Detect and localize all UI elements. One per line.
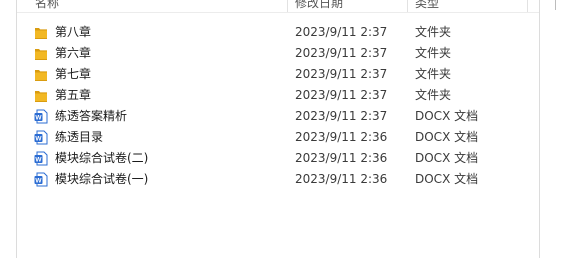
- column-header-name[interactable]: 名称: [35, 0, 59, 11]
- column-header: 名称 修改日期 类型: [17, 0, 539, 13]
- file-name[interactable]: 模块综合试卷(二): [55, 148, 148, 169]
- file-date: 2023/9/11 2:36: [295, 172, 388, 186]
- file-type: DOCX 文档: [415, 151, 479, 165]
- folder-icon: [34, 88, 48, 103]
- file-row[interactable]: 第八章 2023/9/11 2:37 文件夹: [17, 22, 539, 43]
- file-date: 2023/9/11 2:37: [295, 88, 388, 102]
- word-doc-icon: W: [34, 172, 48, 187]
- folder-icon: [35, 91, 47, 102]
- folder-icon: [34, 25, 48, 40]
- file-date: 2023/9/11 2:37: [295, 67, 388, 81]
- word-doc-icon: W: [34, 151, 48, 166]
- file-date: 2023/9/11 2:37: [295, 25, 388, 39]
- svg-text:W: W: [35, 157, 42, 164]
- column-header-date[interactable]: 修改日期: [295, 0, 343, 11]
- navigation-pane-edge: [0, 0, 17, 258]
- file-name[interactable]: 模块综合试卷(一): [55, 169, 148, 190]
- folder-icon: [35, 28, 47, 39]
- folder-icon: [35, 49, 47, 60]
- word-doc-icon: W: [34, 151, 48, 166]
- file-row[interactable]: 第五章 2023/9/11 2:37 文件夹: [17, 85, 539, 106]
- file-name[interactable]: 练透目录: [55, 127, 103, 148]
- file-type: DOCX 文档: [415, 109, 479, 123]
- file-row[interactable]: 第七章 2023/9/11 2:37 文件夹: [17, 64, 539, 85]
- file-type: 文件夹: [415, 67, 452, 81]
- column-header-type[interactable]: 类型: [415, 0, 439, 11]
- folder-icon: [34, 46, 48, 61]
- file-type: DOCX 文档: [415, 130, 479, 144]
- file-name[interactable]: 第七章: [55, 64, 91, 85]
- file-name[interactable]: 练透答案精析: [55, 106, 127, 127]
- word-doc-icon: W: [34, 109, 48, 124]
- file-row[interactable]: 第六章 2023/9/11 2:37 文件夹: [17, 43, 539, 64]
- file-row[interactable]: W 模块综合试卷(二) 2023/9/11 2:36 DOCX 文档: [17, 148, 539, 169]
- file-name[interactable]: 第八章: [55, 22, 91, 43]
- scrollbar-track[interactable]: [539, 0, 564, 258]
- column-divider[interactable]: [407, 0, 408, 12]
- file-row[interactable]: W 练透目录 2023/9/11 2:36 DOCX 文档: [17, 127, 539, 148]
- svg-text:W: W: [35, 178, 42, 185]
- column-divider: [555, 0, 556, 10]
- file-type: 文件夹: [415, 25, 452, 39]
- word-doc-icon: W: [34, 130, 48, 145]
- svg-text:W: W: [35, 136, 42, 143]
- file-date: 2023/9/11 2:36: [295, 130, 388, 144]
- file-date: 2023/9/11 2:37: [295, 46, 388, 60]
- column-divider[interactable]: [527, 0, 528, 12]
- word-doc-icon: W: [34, 109, 48, 124]
- file-list: 第八章 2023/9/11 2:37 文件夹 第六章 2023/9/11 2:3…: [17, 22, 539, 190]
- svg-text:W: W: [35, 115, 42, 122]
- column-divider[interactable]: [287, 0, 288, 12]
- file-row[interactable]: W 练透答案精析 2023/9/11 2:37 DOCX 文档: [17, 106, 539, 127]
- file-row[interactable]: W 模块综合试卷(一) 2023/9/11 2:36 DOCX 文档: [17, 169, 539, 190]
- file-type: 文件夹: [415, 46, 452, 60]
- file-name[interactable]: 第五章: [55, 85, 91, 106]
- file-date: 2023/9/11 2:36: [295, 151, 388, 165]
- word-doc-icon: W: [34, 130, 48, 145]
- folder-icon: [34, 67, 48, 82]
- folder-icon: [35, 70, 47, 81]
- file-type: DOCX 文档: [415, 172, 479, 186]
- file-name[interactable]: 第六章: [55, 43, 91, 64]
- word-doc-icon: W: [34, 172, 48, 187]
- file-date: 2023/9/11 2:37: [295, 109, 388, 123]
- file-type: 文件夹: [415, 88, 452, 102]
